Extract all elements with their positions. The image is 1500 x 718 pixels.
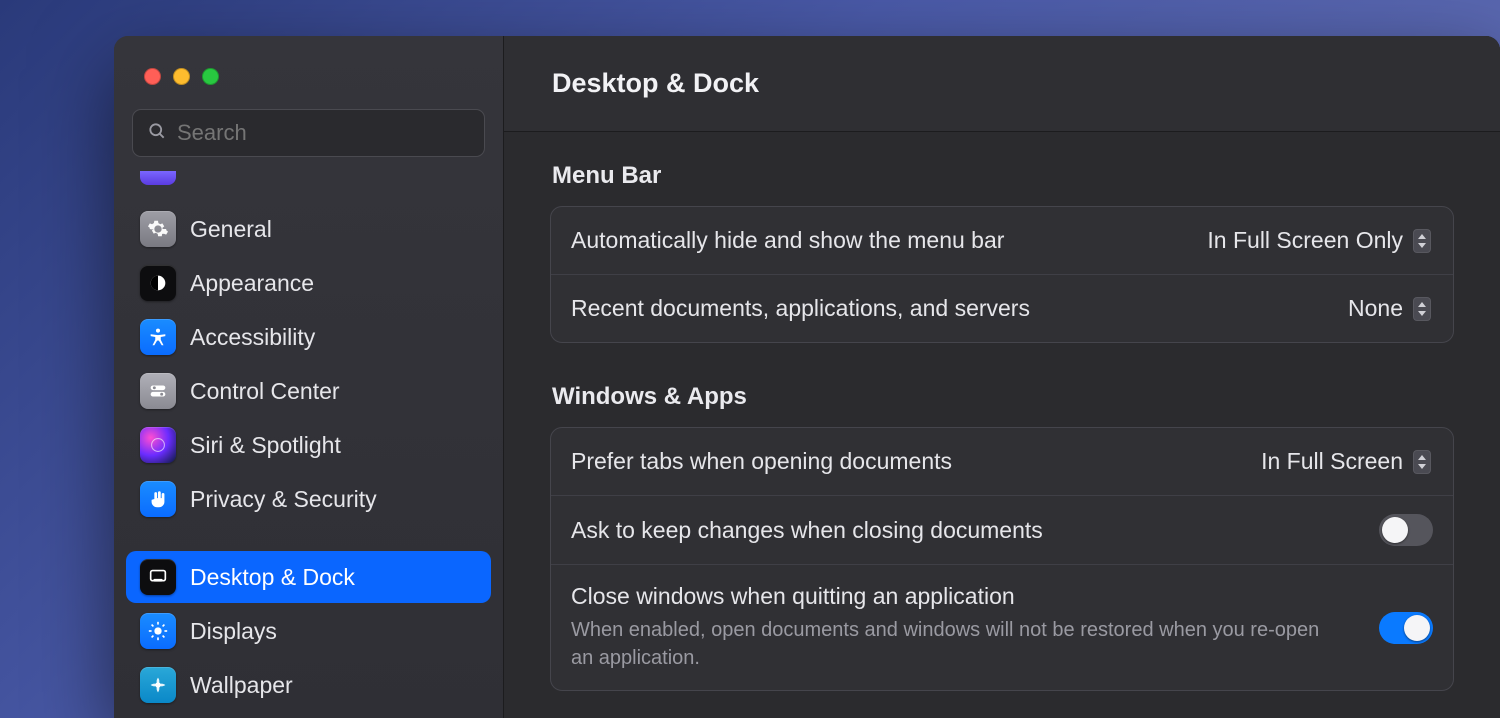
search-input[interactable]: [177, 120, 470, 146]
switch-knob: [1382, 517, 1408, 543]
section-header-windows-apps: Windows & Apps: [552, 383, 1454, 411]
close-window-button[interactable]: [144, 68, 161, 85]
search-field[interactable]: [132, 109, 485, 157]
row-sublabel: When enabled, open documents and windows…: [571, 616, 1331, 672]
sidebar-item-label: Wallpaper: [190, 672, 293, 699]
sidebar-item-label: Accessibility: [190, 324, 315, 351]
sidebar-item-label: Privacy & Security: [190, 486, 377, 513]
updown-icon: [1413, 229, 1431, 253]
search-icon: [147, 121, 167, 146]
accessibility-icon: [140, 319, 176, 355]
sidebar-nav: General Appearance Accessibility Control…: [114, 167, 503, 718]
switch-knob: [1404, 615, 1430, 641]
sidebar-item-label: General: [190, 216, 272, 243]
sidebar-item-siri-spotlight[interactable]: Siri & Spotlight: [126, 419, 491, 471]
sidebar-item-label: Control Center: [190, 378, 340, 405]
row-autohide-menubar: Automatically hide and show the menu bar…: [551, 207, 1453, 274]
popup-value: In Full Screen Only: [1207, 227, 1403, 254]
recent-documents-popup[interactable]: None: [1340, 293, 1433, 324]
menubar-card: Automatically hide and show the menu bar…: [550, 206, 1454, 343]
windows-apps-card: Prefer tabs when opening documents In Fu…: [550, 427, 1454, 691]
desktop-dock-icon: [140, 559, 176, 595]
sidebar-item-desktop-dock[interactable]: Desktop & Dock: [126, 551, 491, 603]
minimize-window-button[interactable]: [173, 68, 190, 85]
sidebar-item-label: Appearance: [190, 270, 314, 297]
sidebar: General Appearance Accessibility Control…: [114, 36, 504, 718]
sidebar-item-wallpaper[interactable]: Wallpaper: [126, 659, 491, 711]
row-label: Recent documents, applications, and serv…: [571, 295, 1030, 322]
row-close-windows: Close windows when quitting an applicati…: [551, 564, 1453, 690]
sidebar-item-displays[interactable]: Displays: [126, 605, 491, 657]
sidebar-item-label: Siri & Spotlight: [190, 432, 341, 459]
displays-icon: [140, 613, 176, 649]
updown-icon: [1413, 450, 1431, 474]
window-controls: [114, 46, 503, 109]
updown-icon: [1413, 297, 1431, 321]
row-label: Automatically hide and show the menu bar: [571, 227, 1004, 254]
row-label: Close windows when quitting an applicati…: [571, 583, 1331, 610]
row-label: Prefer tabs when opening documents: [571, 448, 952, 475]
row-ask-keep-changes: Ask to keep changes when closing documen…: [551, 495, 1453, 564]
screen-time-icon: [140, 171, 176, 185]
row-label: Ask to keep changes when closing documen…: [571, 517, 1043, 544]
hand-icon: [140, 481, 176, 517]
close-windows-switch[interactable]: [1379, 612, 1433, 644]
sidebar-item-label: Desktop & Dock: [190, 564, 355, 591]
zoom-window-button[interactable]: [202, 68, 219, 85]
sidebar-item-accessibility[interactable]: Accessibility: [126, 311, 491, 363]
settings-window: General Appearance Accessibility Control…: [114, 36, 1500, 718]
sidebar-item-privacy-security[interactable]: Privacy & Security: [126, 473, 491, 525]
sidebar-item-partial[interactable]: [136, 171, 481, 185]
prefer-tabs-popup[interactable]: In Full Screen: [1253, 446, 1433, 477]
appearance-icon: [140, 265, 176, 301]
siri-icon: [140, 427, 176, 463]
ask-keep-changes-switch[interactable]: [1379, 514, 1433, 546]
titlebar: Desktop & Dock: [504, 36, 1500, 132]
section-header-menubar: Menu Bar: [552, 162, 1454, 190]
gear-icon: [140, 211, 176, 247]
row-prefer-tabs: Prefer tabs when opening documents In Fu…: [551, 428, 1453, 495]
sidebar-item-label: Displays: [190, 618, 277, 645]
row-recent-documents: Recent documents, applications, and serv…: [551, 274, 1453, 342]
sidebar-item-general[interactable]: General: [126, 203, 491, 255]
popup-value: In Full Screen: [1261, 448, 1403, 475]
page-title: Desktop & Dock: [552, 68, 759, 99]
sidebar-item-appearance[interactable]: Appearance: [126, 257, 491, 309]
sidebar-item-control-center[interactable]: Control Center: [126, 365, 491, 417]
content: Desktop & Dock Menu Bar Automatically hi…: [504, 36, 1500, 718]
content-scroll[interactable]: Menu Bar Automatically hide and show the…: [504, 132, 1500, 718]
control-center-icon: [140, 373, 176, 409]
wallpaper-icon: [140, 667, 176, 703]
autohide-menubar-popup[interactable]: In Full Screen Only: [1199, 225, 1433, 256]
popup-value: None: [1348, 295, 1403, 322]
